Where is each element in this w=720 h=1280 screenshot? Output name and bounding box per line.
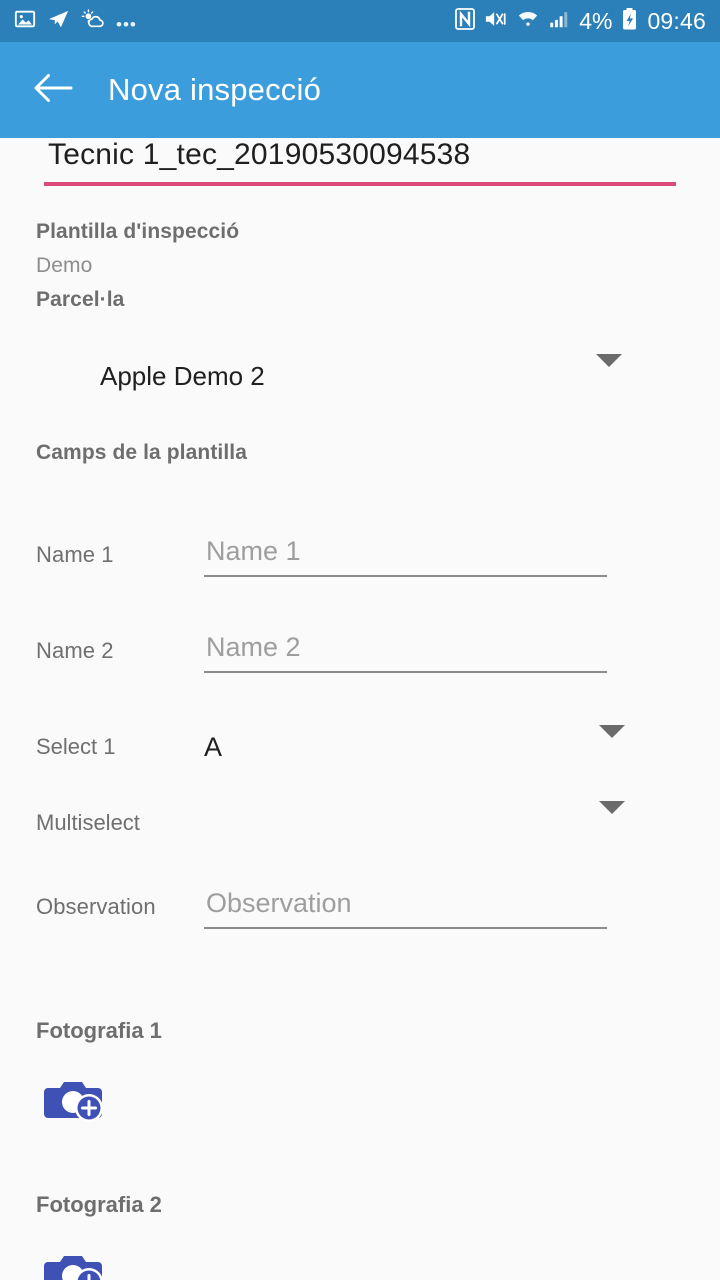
field-label-name-1: Name 1: [36, 542, 114, 567]
back-button[interactable]: [24, 62, 80, 118]
parcel-label-text: Parcel·la: [36, 288, 125, 311]
photo-image-icon: [14, 8, 36, 35]
photo-section-label-1: Fotografia 1: [36, 1018, 162, 1043]
field-label-name-2: Name 2: [36, 638, 114, 663]
field-underline-name-1: [204, 575, 607, 577]
parcel-label: Parcel·la: [36, 288, 124, 312]
nfc-icon: [455, 7, 476, 36]
chevron-down-icon: [599, 801, 625, 832]
photo-section-label-2: Fotografia 2: [36, 1192, 162, 1217]
field-input-name-2[interactable]: Name 2: [204, 632, 608, 673]
inspection-name-field[interactable]: Tecnic 1_tec_20190530094538: [44, 138, 676, 186]
clock-label: 09:46: [647, 7, 706, 34]
fields-section-label: Camps de la plantilla: [36, 441, 247, 465]
field-value-select-1: A: [204, 731, 223, 762]
template-value: Demo: [36, 254, 92, 278]
field-underline-name-2: [204, 671, 607, 673]
field-input-name-1[interactable]: Name 1: [204, 536, 608, 577]
chevron-down-icon: [596, 354, 622, 385]
battery-percent-label: 4%: [579, 7, 613, 34]
inspection-name-value: Tecnic 1_tec_20190530094538: [48, 138, 471, 171]
form-content: Tecnic 1_tec_20190530094538 Plantilla d'…: [0, 138, 720, 1280]
status-bar-left-icons: •••: [14, 8, 137, 35]
template-value-text: Demo: [36, 254, 93, 277]
field-row-name-2: Name 2 Name 2: [0, 632, 720, 673]
cellular-signal-icon: [548, 8, 570, 35]
parcel-selected-value: Apple Demo 2: [100, 360, 265, 391]
field-label-observation: Observation: [36, 894, 156, 919]
field-row-observation: Observation Observation: [0, 888, 720, 929]
template-label-text: Plantilla d'inspecció: [36, 220, 240, 243]
field-placeholder-observation: Observation: [206, 888, 352, 918]
field-row-name-1: Name 1 Name 1: [0, 536, 720, 577]
field-label-select-1: Select 1: [36, 734, 116, 759]
weather-partly-cloudy-icon: [81, 8, 105, 35]
status-bar-right-icons: 4% 09:46: [455, 7, 706, 36]
status-bar: ••• 4% 09:46: [0, 0, 720, 42]
add-photo-button-2[interactable]: [44, 1246, 110, 1280]
field-label-multiselect: Multiselect: [36, 810, 140, 835]
add-photo-button-1[interactable]: [44, 1072, 110, 1128]
app-screen: ••• 4% 09:46 Nova inspecció Tecnic 1_tec…: [0, 0, 720, 1280]
volume-mute-vibrate-icon: [484, 8, 508, 35]
telegram-send-icon: [47, 8, 70, 35]
page-title: Nova inspecció: [108, 72, 322, 107]
battery-charging-icon: [621, 7, 638, 36]
inspection-name-underline: [44, 182, 676, 186]
field-input-observation[interactable]: Observation: [204, 888, 608, 929]
parcel-spinner[interactable]: Apple Demo 2: [36, 348, 644, 404]
fields-section-label-text: Camps de la plantilla: [36, 441, 247, 464]
add-photo-camera-icon: [44, 1082, 110, 1132]
back-arrow-icon: [31, 71, 73, 110]
chevron-down-icon: [599, 725, 625, 756]
field-row-select-1[interactable]: Select 1 A: [0, 720, 720, 774]
field-underline-observation: [204, 927, 607, 929]
field-placeholder-name-2: Name 2: [206, 632, 301, 662]
app-bar: Nova inspecció: [0, 42, 720, 138]
wifi-icon: [517, 8, 539, 35]
more-notifications-icon: •••: [116, 14, 137, 34]
field-placeholder-name-1: Name 1: [206, 536, 301, 566]
template-label: Plantilla d'inspecció: [36, 220, 239, 244]
field-row-multiselect[interactable]: Multiselect: [0, 796, 720, 850]
